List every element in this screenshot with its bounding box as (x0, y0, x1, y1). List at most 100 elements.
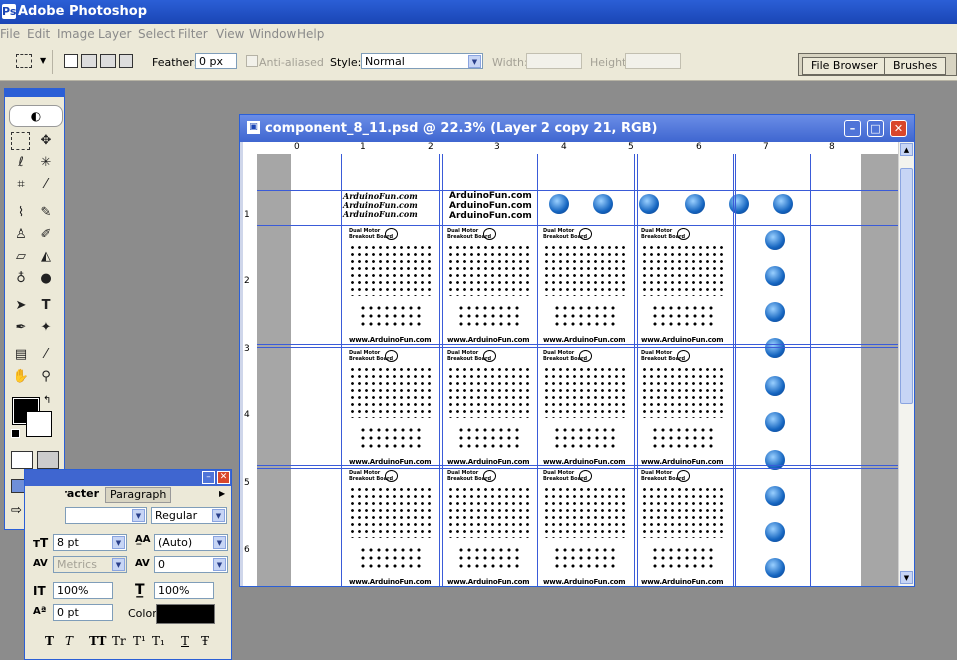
small-caps-button[interactable]: Tr (112, 634, 126, 648)
width-input[interactable] (526, 53, 582, 69)
minimize-button[interactable]: – (202, 471, 215, 484)
toolbox-header[interactable] (5, 89, 64, 97)
menu-file[interactable]: File (0, 27, 20, 41)
menu-filter[interactable]: Filter (178, 27, 208, 41)
type-tool-icon[interactable]: T (36, 296, 56, 316)
guide-line[interactable] (634, 154, 635, 586)
strikethrough-button[interactable]: Ŧ (201, 634, 209, 648)
menu-image[interactable]: Image (57, 27, 95, 41)
marquee-tool-preset-icon[interactable] (16, 54, 32, 68)
pen-tool-icon[interactable]: ✒ (11, 318, 31, 338)
vertical-scrollbar[interactable]: ▲ ▼ (898, 142, 914, 586)
faux-bold-button[interactable]: T (45, 634, 54, 648)
guide-line[interactable] (735, 154, 736, 586)
kerning-field[interactable]: Metrics ▼ (53, 556, 127, 573)
background-color-swatch[interactable] (26, 411, 52, 437)
font-family-select[interactable]: ▼ (65, 507, 147, 524)
menu-edit[interactable]: Edit (27, 27, 50, 41)
chevron-down-icon[interactable]: ▼ (40, 56, 46, 65)
path-selection-icon[interactable]: ➤ (11, 296, 31, 316)
adobe-online-icon[interactable]: ◐ (9, 105, 63, 127)
menu-select[interactable]: Select (138, 27, 175, 41)
guide-line[interactable] (257, 347, 898, 348)
blur-tool-icon[interactable]: ♁ (11, 269, 31, 289)
guide-line[interactable] (442, 154, 443, 586)
magic-wand-icon[interactable]: ✳ (36, 153, 56, 173)
tab-file-browser[interactable]: File Browser (802, 57, 887, 75)
guide-line[interactable] (439, 154, 440, 586)
menu-layer[interactable]: Layer (98, 27, 131, 41)
tab-character[interactable]: Character (65, 487, 103, 501)
guide-line[interactable] (257, 225, 898, 226)
text-color-swatch[interactable] (156, 604, 215, 624)
eraser-icon[interactable]: ▱ (11, 247, 31, 267)
font-size-field[interactable]: 8 pt ▼ (53, 534, 127, 551)
guide-line[interactable] (733, 154, 734, 586)
notes-tool-icon[interactable]: ▤ (11, 345, 31, 365)
menu-view[interactable]: View (216, 27, 244, 41)
faux-italic-button[interactable]: T (65, 634, 73, 648)
menu-window[interactable]: Window (249, 27, 296, 41)
history-brush-icon[interactable]: ✐ (36, 225, 56, 245)
tracking-field[interactable]: 0 ▼ (154, 556, 228, 573)
minimize-button[interactable]: – (844, 120, 861, 137)
breakout-board-graphic: Dual Motor Breakout Board www.ArduinoFun.… (443, 348, 535, 466)
leading-field[interactable]: (Auto) ▼ (154, 534, 228, 551)
feather-input[interactable]: 0 px (195, 53, 237, 69)
standard-mode-icon[interactable] (11, 451, 33, 469)
panel-header[interactable]: – ✕ (25, 470, 231, 486)
style-select[interactable]: Normal ▼ (361, 53, 483, 69)
zoom-tool-icon[interactable]: ⚲ (36, 367, 56, 387)
lasso-tool-icon[interactable]: ℓ (11, 153, 31, 173)
font-style-select[interactable]: Regular ▼ (151, 507, 227, 524)
hand-tool-icon[interactable]: ✋ (11, 367, 31, 387)
all-caps-button[interactable]: TT (89, 634, 106, 648)
guide-line[interactable] (257, 344, 898, 345)
brush-tool-icon[interactable]: ✎ (36, 203, 56, 223)
paint-bucket-icon[interactable]: ◭ (36, 247, 56, 267)
tab-brushes[interactable]: Brushes (884, 57, 947, 75)
maximize-button[interactable]: □ (867, 120, 884, 137)
tab-paragraph[interactable]: Paragraph (105, 487, 172, 503)
healing-brush-icon[interactable]: ⌇ (11, 203, 31, 223)
slice-tool-icon[interactable]: ⁄ (36, 175, 56, 195)
height-input[interactable] (625, 53, 681, 69)
move-tool-icon[interactable]: ✥ (36, 131, 56, 151)
vertical-scale-field[interactable]: 100% (53, 582, 113, 599)
subscript-button[interactable]: T₁ (152, 634, 165, 648)
close-button[interactable]: ✕ (217, 471, 230, 484)
underline-button[interactable]: T (181, 634, 189, 648)
antialiased-checkbox[interactable] (246, 55, 258, 67)
guide-line[interactable] (341, 154, 342, 586)
add-to-selection-icon[interactable] (81, 54, 97, 68)
horizontal-scale-field[interactable]: 100% (154, 582, 214, 599)
new-selection-icon[interactable] (64, 54, 78, 68)
quick-mask-mode-icon[interactable] (37, 451, 59, 469)
intersect-selection-icon[interactable] (119, 54, 133, 68)
custom-shape-icon[interactable]: ✦ (36, 318, 56, 338)
guide-line[interactable] (257, 190, 898, 191)
document-canvas[interactable]: ArduinoFun.com ArduinoFun.com ArduinoFun… (257, 154, 898, 586)
guide-line[interactable] (257, 468, 898, 469)
swap-colors-icon[interactable]: ↰ (43, 395, 51, 406)
scroll-down-button[interactable]: ▼ (900, 571, 913, 584)
superscript-button[interactable]: T¹ (133, 634, 146, 648)
panel-menu-arrow-icon[interactable]: ▶ (219, 489, 225, 498)
menu-help[interactable]: Help (297, 27, 324, 41)
crop-tool-icon[interactable]: ⌗ (11, 175, 31, 195)
close-button[interactable]: ✕ (890, 120, 907, 137)
document-title-bar[interactable]: ▣ component_8_11.psd @ 22.3% (Layer 2 co… (240, 115, 914, 142)
clone-stamp-icon[interactable]: ♙ (11, 225, 31, 245)
guide-line[interactable] (257, 465, 898, 466)
baseline-shift-field[interactable]: 0 pt (53, 604, 113, 621)
guide-line[interactable] (537, 154, 538, 586)
rectangular-marquee-icon[interactable] (11, 132, 30, 150)
scrollbar-thumb[interactable] (900, 168, 913, 404)
subtract-from-selection-icon[interactable] (100, 54, 116, 68)
scroll-up-button[interactable]: ▲ (900, 143, 913, 156)
default-colors-icon[interactable] (11, 429, 20, 438)
dodge-tool-icon[interactable]: ● (36, 269, 56, 289)
guide-line[interactable] (810, 154, 811, 586)
eyedropper-icon[interactable]: ⁄ (36, 345, 56, 365)
guide-line[interactable] (637, 154, 638, 586)
